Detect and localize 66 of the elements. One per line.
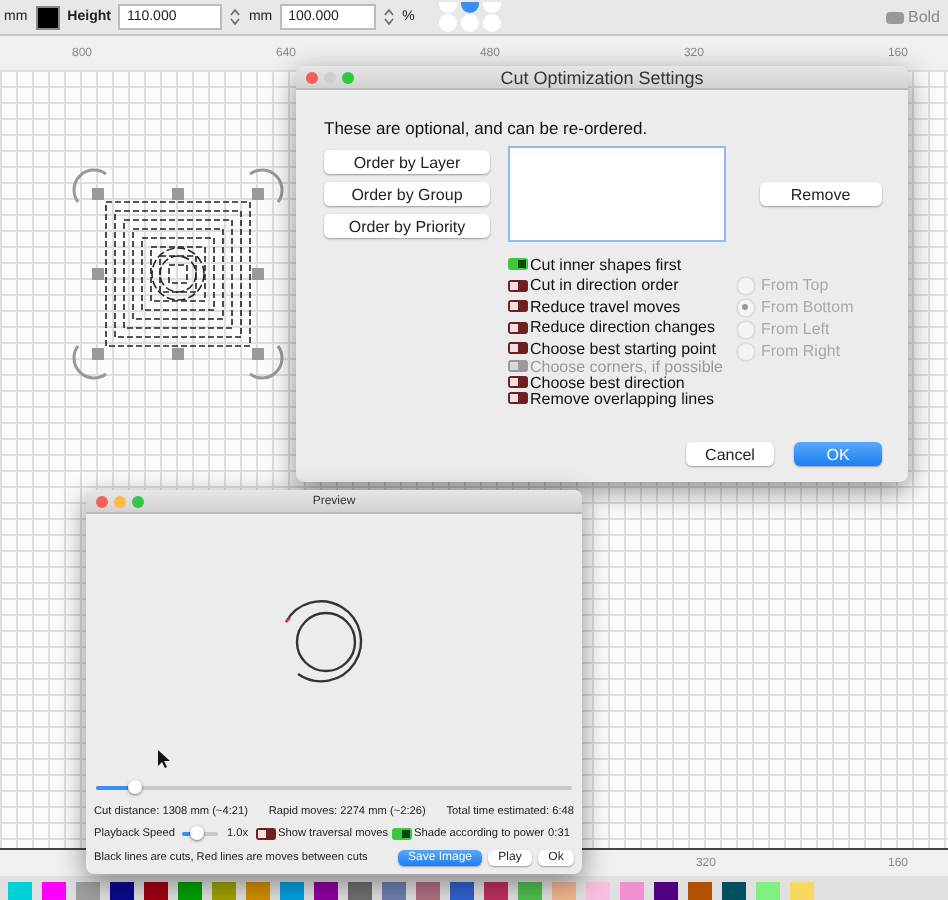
- toggle-switch[interactable]: [392, 828, 413, 840]
- toggle-switch[interactable]: [508, 321, 528, 334]
- order-button[interactable]: Order by Group: [324, 182, 490, 206]
- toggle-switch[interactable]: [508, 300, 528, 313]
- option-label: Cut inner shapes first: [530, 255, 682, 274]
- palette-swatch[interactable]: [280, 882, 304, 900]
- palette-swatch[interactable]: [144, 882, 168, 900]
- anchor-grid-icon[interactable]: [438, 2, 503, 32]
- palette-swatch[interactable]: [722, 882, 746, 900]
- zoom-icon[interactable]: [132, 495, 144, 507]
- palette-swatch[interactable]: [518, 882, 542, 900]
- order-list[interactable]: [508, 146, 726, 242]
- palette-swatch[interactable]: [76, 882, 100, 900]
- palette-swatch[interactable]: [178, 882, 202, 900]
- toggle-switch[interactable]: [508, 342, 528, 355]
- palette-swatch[interactable]: [756, 882, 780, 900]
- option-label: Cut in direction order: [530, 276, 679, 295]
- order-button[interactable]: Order by Priority: [324, 214, 490, 238]
- palette-swatch[interactable]: [348, 882, 372, 900]
- palette-swatch[interactable]: [314, 882, 338, 900]
- radio-label: From Bottom: [761, 298, 854, 316]
- option-label: Remove overlapping lines: [530, 389, 715, 407]
- toggle-switch[interactable]: [256, 828, 277, 840]
- option-label: Reduce direction changes: [530, 318, 716, 337]
- palette-swatch[interactable]: [110, 882, 134, 900]
- intro-text: These are optional, and can be re-ordered.: [324, 118, 650, 138]
- zoom-icon[interactable]: [342, 71, 354, 83]
- radio-label: From Top: [761, 276, 829, 294]
- close-icon[interactable]: [306, 71, 318, 83]
- window-title: Cut Optimization Settings: [498, 67, 706, 87]
- color-swatch[interactable]: [35, 5, 60, 29]
- palette-swatch[interactable]: [416, 882, 440, 900]
- toggle-switch[interactable]: [508, 376, 528, 389]
- cancel-button[interactable]: Cancel: [686, 442, 774, 466]
- spinner-icon[interactable]: [384, 8, 395, 26]
- palette-swatch[interactable]: [790, 882, 814, 900]
- palette-swatch[interactable]: [42, 882, 66, 900]
- minimize-icon[interactable]: [114, 495, 126, 507]
- palette-swatch[interactable]: [212, 882, 236, 900]
- palette-swatch[interactable]: [654, 882, 678, 900]
- toggle-switch[interactable]: [508, 279, 528, 292]
- palette-swatch[interactable]: [246, 882, 270, 900]
- palette-swatch[interactable]: [8, 882, 32, 900]
- close-icon[interactable]: [96, 495, 108, 507]
- timeline-slider[interactable]: [96, 786, 572, 790]
- bold-label: Bold: [907, 8, 940, 26]
- bold-toggle[interactable]: [885, 11, 904, 23]
- spinner-icon[interactable]: [230, 8, 241, 26]
- palette-swatch[interactable]: [586, 882, 610, 900]
- mouse-pointer-icon: [158, 750, 170, 768]
- radio-label: From Right: [761, 342, 841, 360]
- option-label: Reduce travel moves: [530, 297, 681, 316]
- palette-swatch[interactable]: [382, 882, 406, 900]
- toggle-switch[interactable]: [508, 258, 528, 271]
- palette-swatch[interactable]: [620, 882, 644, 900]
- palette-swatch[interactable]: [484, 882, 508, 900]
- palette-swatch[interactable]: [688, 882, 712, 900]
- palette-swatch[interactable]: [552, 882, 576, 900]
- remove-button[interactable]: Remove: [759, 182, 882, 206]
- option-label: Choose corners, if possible: [530, 357, 723, 376]
- option-label: Choose best direction: [530, 373, 685, 392]
- palette-swatch[interactable]: [450, 882, 474, 900]
- option-label: Choose best starting point: [530, 339, 716, 358]
- radio-label: From Left: [761, 320, 830, 338]
- order-button[interactable]: Order by Layer: [324, 150, 490, 174]
- toggle-switch[interactable]: [508, 391, 528, 404]
